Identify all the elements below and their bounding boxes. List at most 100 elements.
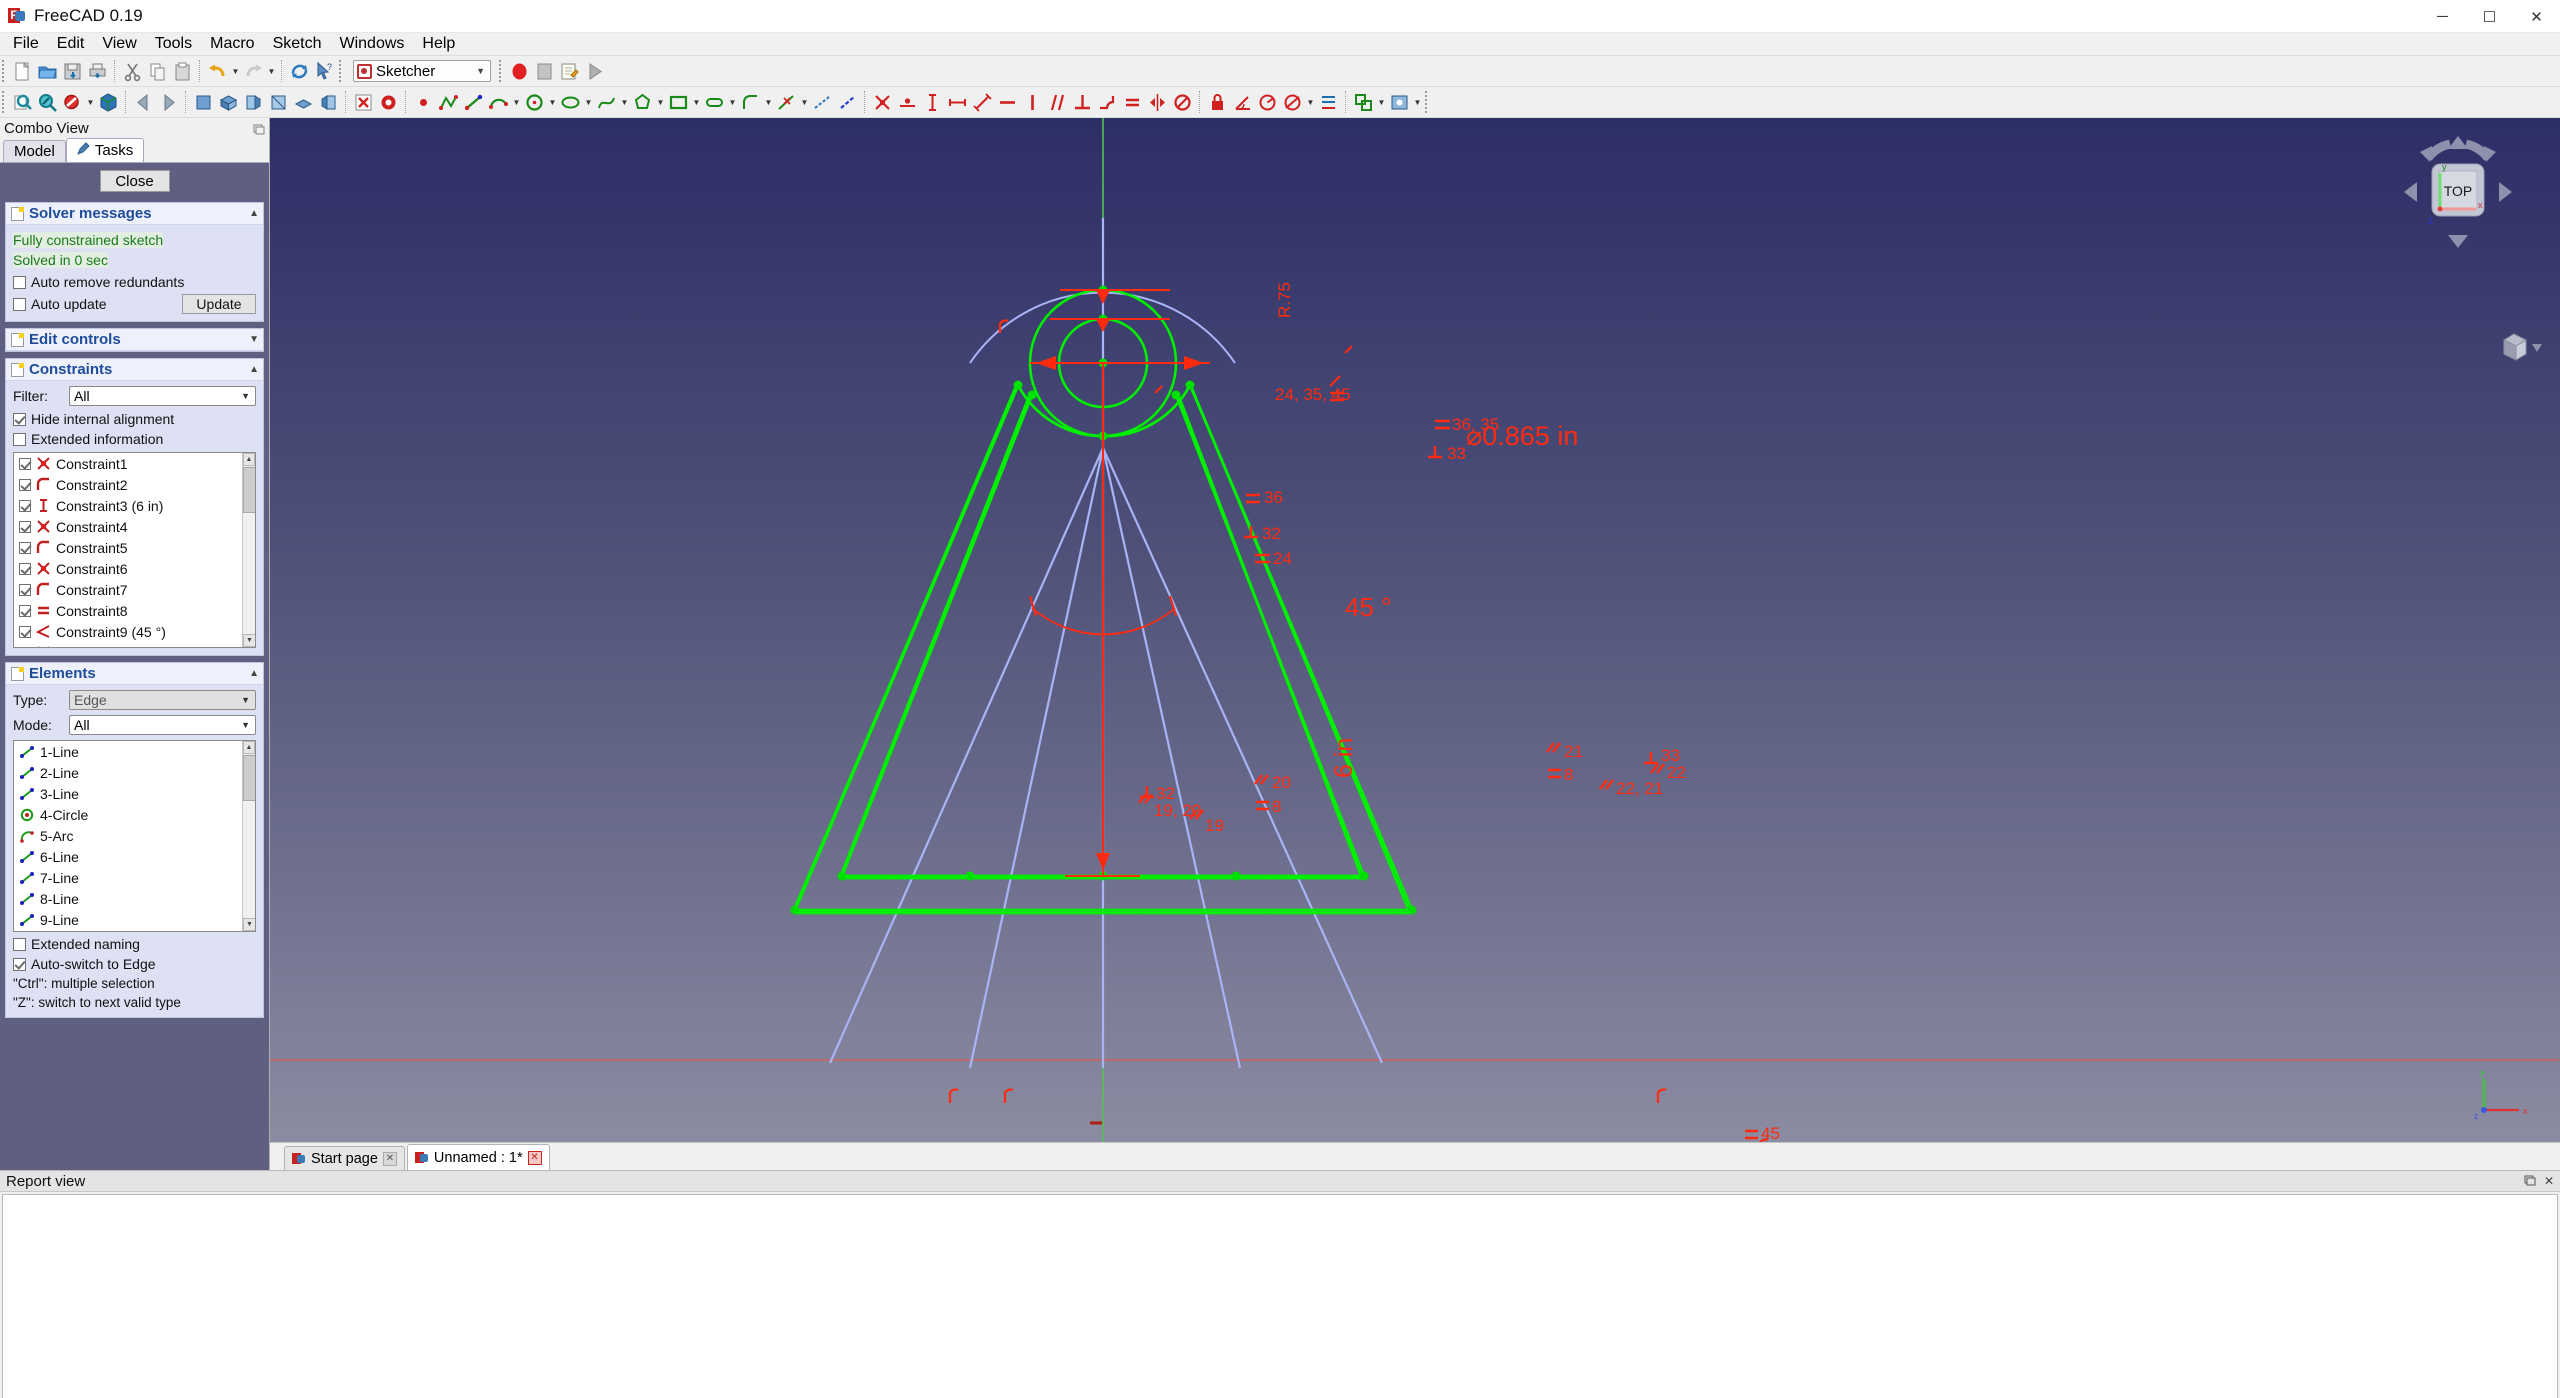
elements-list[interactable]: 1-Line 2-Line 3-Line 4-Circle 5-Arc 6-Line 7-L…: [13, 740, 256, 932]
menu-help[interactable]: Help: [413, 33, 464, 55]
chevron-up-icon[interactable]: ▲: [249, 668, 259, 679]
new-document-button[interactable]: [10, 59, 35, 84]
doc-tab-unnamed[interactable]: Unnamed : 1* ✕: [406, 1144, 550, 1170]
paste-button[interactable]: [170, 59, 195, 84]
view-sketch-icon[interactable]: [376, 90, 401, 115]
sketch-conic-icon[interactable]: [558, 90, 583, 115]
constraint-visibility-checkbox[interactable]: [19, 457, 31, 470]
edit-controls-header[interactable]: Edit controls ▼: [6, 329, 263, 351]
undock-icon[interactable]: [2524, 1174, 2536, 1189]
elements-scrollbar[interactable]: ▲ ▼: [242, 741, 255, 931]
constrain-radius-icon[interactable]: [1255, 90, 1280, 115]
toolbar-grip[interactable]: [1425, 91, 1431, 113]
undo-dropdown-arrow[interactable]: ▼: [230, 59, 241, 84]
elements-type-select[interactable]: Edge ▼: [69, 690, 256, 710]
constrain-equal-icon[interactable]: [1120, 90, 1145, 115]
chevron-up-icon[interactable]: ▲: [249, 364, 259, 375]
constraint-list-item[interactable]: Constraint4: [14, 516, 255, 537]
close-tab-icon[interactable]: ✕: [382, 1151, 397, 1166]
constraint-list-item[interactable]: Constraint5: [14, 537, 255, 558]
view-next-icon[interactable]: [156, 90, 181, 115]
sketch-polyline-icon[interactable]: [436, 90, 461, 115]
constrain-parallel-icon[interactable]: [1045, 90, 1070, 115]
sketch-line-icon[interactable]: [461, 90, 486, 115]
toolbar-grip[interactable]: [2, 91, 8, 113]
draw-style-dropdown-arrow[interactable]: ▼: [85, 90, 96, 115]
toolbar-grip[interactable]: [339, 60, 345, 82]
hide-internal-alignment-checkbox[interactable]: [13, 412, 26, 426]
macro-stop-button[interactable]: [532, 59, 557, 84]
constrain-block-icon[interactable]: [1170, 90, 1195, 115]
sketch-fillet-icon[interactable]: [738, 90, 763, 115]
constraint-list-item[interactable]: Constraint3 (6 in): [14, 495, 255, 516]
sketch-polygon-icon[interactable]: [630, 90, 655, 115]
update-button[interactable]: Update: [182, 294, 256, 314]
view-rear-icon[interactable]: [266, 90, 291, 115]
toolbar-grip[interactable]: [499, 60, 505, 82]
tab-tasks[interactable]: Tasks: [65, 138, 145, 162]
constrain-horizontal-distance-icon[interactable]: [945, 90, 970, 115]
extended-information-checkbox[interactable]: [13, 432, 26, 446]
element-list-item[interactable]: 4-Circle: [14, 804, 255, 825]
menu-file[interactable]: File: [4, 33, 48, 55]
close-task-button[interactable]: Close: [99, 170, 170, 192]
scroll-down-arrow-icon[interactable]: ▼: [243, 918, 255, 931]
constrain-perpendicular-icon[interactable]: [1070, 90, 1095, 115]
sketch-circle-icon[interactable]: [522, 90, 547, 115]
constrain-lock-icon[interactable]: [1205, 90, 1230, 115]
cut-button[interactable]: [120, 59, 145, 84]
view-bottom-icon[interactable]: [291, 90, 316, 115]
auto-remove-redundants-checkbox[interactable]: [13, 275, 26, 289]
sketcher-clone-dropdown-arrow[interactable]: ▼: [1376, 90, 1387, 115]
constraint-visibility-checkbox[interactable]: [19, 478, 31, 491]
leave-sketch-icon[interactable]: [351, 90, 376, 115]
constraint-visibility-checkbox[interactable]: [19, 604, 31, 617]
fit-all-icon[interactable]: [10, 90, 35, 115]
toggle-driving-constraint-icon[interactable]: [1316, 90, 1341, 115]
report-view-output[interactable]: [2, 1194, 2558, 1398]
element-list-item[interactable]: 8-Line: [14, 888, 255, 909]
sketch-trim-dropdown-arrow[interactable]: ▼: [799, 90, 810, 115]
chevron-down-icon[interactable]: ▼: [249, 334, 259, 345]
draw-style-icon[interactable]: [60, 90, 85, 115]
zoom-fit-selection-icon[interactable]: [35, 90, 60, 115]
constraints-scrollbar[interactable]: ▲ ▼: [242, 453, 255, 647]
menu-tools[interactable]: Tools: [146, 33, 201, 55]
scroll-up-arrow-icon[interactable]: ▲: [243, 453, 255, 466]
element-list-item[interactable]: 1-Line: [14, 741, 255, 762]
sketch-external-geometry-icon[interactable]: [810, 90, 835, 115]
constraint-list-item[interactable]: Constraint9 (45 °): [14, 621, 255, 642]
chevron-up-icon[interactable]: ▲: [249, 208, 259, 219]
sketch-rectangle-dropdown-arrow[interactable]: ▼: [691, 90, 702, 115]
element-list-item[interactable]: 2-Line: [14, 762, 255, 783]
menu-view[interactable]: View: [93, 33, 145, 55]
save-document-button[interactable]: [60, 59, 85, 84]
constraints-list[interactable]: Constraint1 Constraint2 Constraint3 (6 in)…: [13, 452, 256, 648]
constraint-visibility-checkbox[interactable]: [19, 520, 31, 533]
extended-information-row[interactable]: Extended information: [13, 431, 256, 447]
extended-naming-row[interactable]: Extended naming: [13, 936, 256, 952]
sketch-bspline-icon[interactable]: [594, 90, 619, 115]
elements-mode-select[interactable]: All ▼: [69, 715, 256, 735]
view-left-icon[interactable]: [316, 90, 341, 115]
sketch-circle-dropdown-arrow[interactable]: ▼: [547, 90, 558, 115]
sketcher-visual-icon[interactable]: [1387, 90, 1412, 115]
constrain-vertical-distance-icon[interactable]: [920, 90, 945, 115]
constraint-list-item[interactable]: Constraint2: [14, 474, 255, 495]
constraint-visibility-checkbox[interactable]: [19, 646, 31, 647]
menu-windows[interactable]: Windows: [330, 33, 413, 55]
element-list-item[interactable]: 3-Line: [14, 783, 255, 804]
constrain-radius-dropdown-arrow[interactable]: ▼: [1305, 90, 1316, 115]
constrain-coincident-icon[interactable]: [870, 90, 895, 115]
menu-edit[interactable]: Edit: [48, 33, 94, 55]
refresh-button[interactable]: [287, 59, 312, 84]
close-window-button[interactable]: ✕: [2513, 0, 2560, 33]
undo-button[interactable]: [205, 59, 230, 84]
sketch-conic-dropdown-arrow[interactable]: ▼: [583, 90, 594, 115]
redo-dropdown-arrow[interactable]: ▼: [266, 59, 277, 84]
close-panel-icon[interactable]: ✕: [2544, 1174, 2554, 1189]
sketch-trim-icon[interactable]: [774, 90, 799, 115]
element-list-item[interactable]: 7-Line: [14, 867, 255, 888]
sketch-arc-icon[interactable]: [486, 90, 511, 115]
constraint-visibility-checkbox[interactable]: [19, 562, 31, 575]
